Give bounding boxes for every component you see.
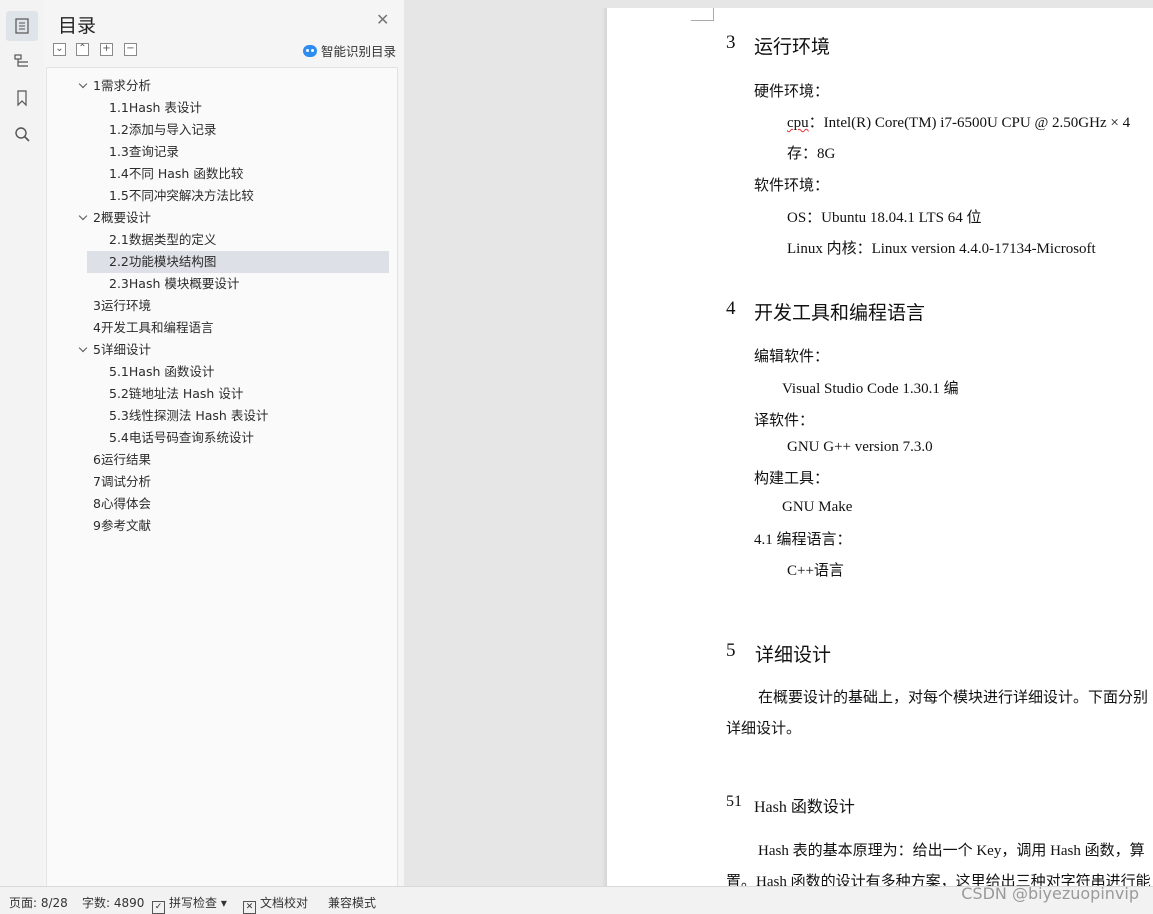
- toc-item[interactable]: 2.2功能模块结构图: [87, 251, 389, 273]
- toc-item-label: 5.2链地址法 Hash 设计: [109, 386, 244, 401]
- toc-item-label: 1.3查询记录: [109, 144, 179, 159]
- paragraph: 编辑软件：: [754, 349, 830, 365]
- navigation-icon[interactable]: [6, 46, 38, 76]
- side-tool-strip: [0, 0, 45, 886]
- toc-item[interactable]: 1.1Hash 表设计: [47, 97, 387, 119]
- heading-num: 5: [726, 640, 736, 661]
- heading-num: 4: [726, 298, 736, 319]
- paragraph: 存：8G: [787, 146, 836, 162]
- toc-item-label: 5详细设计: [93, 342, 151, 357]
- toc-item-label: 2.1数据类型的定义: [109, 232, 217, 247]
- toc-item-label: 2.3Hash 模块概要设计: [109, 276, 240, 291]
- heading-text: 详细设计: [755, 645, 832, 666]
- toc-item[interactable]: 8心得体会: [47, 493, 387, 515]
- toc-item-label: 5.3线性探测法 Hash 表设计: [109, 408, 269, 423]
- toc-item[interactable]: 9参考文献: [47, 515, 387, 537]
- toc-item[interactable]: 1.2添加与导入记录: [47, 119, 387, 141]
- paragraph: GNU Make: [782, 499, 853, 515]
- toc-item-label: 1.4不同 Hash 函数比较: [109, 166, 244, 181]
- toc-item[interactable]: 5.4电话号码查询系统设计: [47, 427, 387, 449]
- bookmark-icon[interactable]: [6, 83, 38, 113]
- chevron-down-icon[interactable]: [79, 75, 89, 97]
- document-page[interactable]: 3 运行环境 硬件环境： cpu：Intel(R) Core(TM) i7-65…: [607, 8, 1153, 890]
- toc-title: 目录: [58, 15, 97, 37]
- page-indicator[interactable]: 页面: 8/28: [9, 894, 68, 911]
- toc-item[interactable]: 6运行结果: [47, 449, 387, 471]
- toc-item[interactable]: 5.2链地址法 Hash 设计: [47, 383, 387, 405]
- paragraph: 4.1 编程语言：: [754, 532, 852, 548]
- toc-item[interactable]: 1.4不同 Hash 函数比较: [47, 163, 387, 185]
- toc-item-label: 1.1Hash 表设计: [109, 100, 202, 115]
- chevron-down-icon[interactable]: [79, 207, 89, 229]
- toc-item[interactable]: 4开发工具和编程语言: [47, 317, 387, 339]
- document-canvas: 3 运行环境 硬件环境： cpu：Intel(R) Core(TM) i7-65…: [404, 0, 1153, 890]
- toc-item[interactable]: 5.1Hash 函数设计: [47, 361, 387, 383]
- smart-toc-label: 智能识别目录: [321, 44, 397, 59]
- search-icon[interactable]: [6, 119, 38, 149]
- paragraph: Linux 内核：Linux version 4.4.0-17134-Micro…: [787, 241, 1096, 257]
- toc-item-label: 1.2添加与导入记录: [109, 122, 217, 137]
- paragraph: Hash 表的基本原理为：给出一个 Key，调用 Hash 函数，算: [758, 843, 1145, 859]
- toc-item[interactable]: 2.1数据类型的定义: [47, 229, 387, 251]
- smart-toc-button[interactable]: 智能识别目录: [303, 41, 396, 60]
- heading-text: 开发工具和编程语言: [754, 303, 926, 324]
- toc-panel: 目录 ✕ ⌄ ⌃ + − 智能识别目录 1需求分析 1.1Hash 表设计 1.2添…: [44, 0, 404, 887]
- add-icon[interactable]: +: [100, 43, 113, 56]
- toc-item-label: 5.4电话号码查询系统设计: [109, 430, 254, 445]
- toc-item[interactable]: 1.3查询记录: [47, 141, 387, 163]
- heading-text: 运行环境: [754, 37, 831, 58]
- close-icon[interactable]: ✕: [376, 12, 390, 28]
- paragraph: 在概要设计的基础上，对每个模块进行详细设计。下面分别: [758, 690, 1149, 706]
- heading-text: Hash 函数设计: [754, 799, 855, 816]
- status-bar: 页面: 8/28 字数: 4890 ✓ 拼写检查 ▾ ✕ 文档校对 兼容模式 CSD…: [0, 884, 1153, 914]
- toc-item[interactable]: 1.5不同冲突解决方法比较: [47, 185, 387, 207]
- toc-item[interactable]: 7调试分析: [47, 471, 387, 493]
- toc-item[interactable]: 5详细设计: [47, 339, 387, 361]
- word-count[interactable]: 字数: 4890: [82, 894, 144, 911]
- paragraph: 软件环境：: [754, 178, 830, 194]
- toc-item-label: 7调试分析: [93, 474, 151, 489]
- paragraph: 译软件：: [754, 413, 815, 429]
- watermark: CSDN @biyezuopinvip: [961, 884, 1139, 903]
- toc-item[interactable]: 2概要设计: [47, 207, 387, 229]
- toc-item-label: 1需求分析: [93, 78, 151, 93]
- toc-item-label: 4开发工具和编程语言: [93, 320, 214, 335]
- toc-item-label: 2.2功能模块结构图: [109, 254, 217, 269]
- toc-item[interactable]: 3运行环境: [47, 295, 387, 317]
- paragraph: 详细设计。: [726, 721, 802, 737]
- paragraph: Visual Studio Code 1.30.1 编: [782, 381, 959, 397]
- toc-item-label: 1.5不同冲突解决方法比较: [109, 188, 254, 203]
- toc-item-label: 8心得体会: [93, 496, 151, 511]
- paragraph: OS：Ubuntu 18.04.1 LTS 64 位: [787, 210, 982, 226]
- paragraph: GNU G++ version 7.3.0: [787, 439, 933, 455]
- toc-item[interactable]: 2.3Hash 模块概要设计: [47, 273, 387, 295]
- chevron-down-icon[interactable]: [79, 339, 89, 361]
- toc-item-label: 6运行结果: [93, 452, 151, 467]
- paragraph: 构建工具：: [754, 471, 830, 487]
- toc-item-label: 3运行环境: [93, 298, 151, 313]
- robot-icon: [303, 44, 317, 57]
- paragraph: 硬件环境：: [754, 84, 830, 100]
- heading-num: 3: [726, 32, 736, 53]
- heading-num: 51: [726, 793, 742, 810]
- collapse-all-icon[interactable]: ⌄: [53, 43, 66, 56]
- proofread-icon: ✕: [243, 901, 256, 914]
- toc-item-label: 5.1Hash 函数设计: [109, 364, 215, 379]
- toc-item[interactable]: 1需求分析: [47, 75, 387, 97]
- expand-all-icon[interactable]: ⌃: [76, 43, 89, 56]
- toc-item[interactable]: 5.3线性探测法 Hash 表设计: [47, 405, 387, 427]
- toc-list: 1需求分析 1.1Hash 表设计 1.2添加与导入记录 1.3查询记录 1.4不同 H…: [46, 67, 398, 887]
- spell-check-button[interactable]: ✓ 拼写检查 ▾: [152, 894, 227, 914]
- margin-corner-mark: [691, 8, 714, 21]
- toc-item-label: 2概要设计: [93, 210, 151, 225]
- proofread-button[interactable]: ✕ 文档校对: [243, 894, 308, 914]
- toc-icon[interactable]: [6, 11, 38, 41]
- paragraph: cpu：Intel(R) Core(TM) i7-6500U CPU @ 2.5…: [787, 115, 1131, 131]
- compat-mode: 兼容模式: [328, 896, 377, 910]
- paragraph: C++语言: [787, 563, 844, 579]
- checkbox-icon: ✓: [152, 901, 165, 914]
- remove-icon[interactable]: −: [124, 43, 137, 56]
- toc-item-label: 9参考文献: [93, 518, 151, 533]
